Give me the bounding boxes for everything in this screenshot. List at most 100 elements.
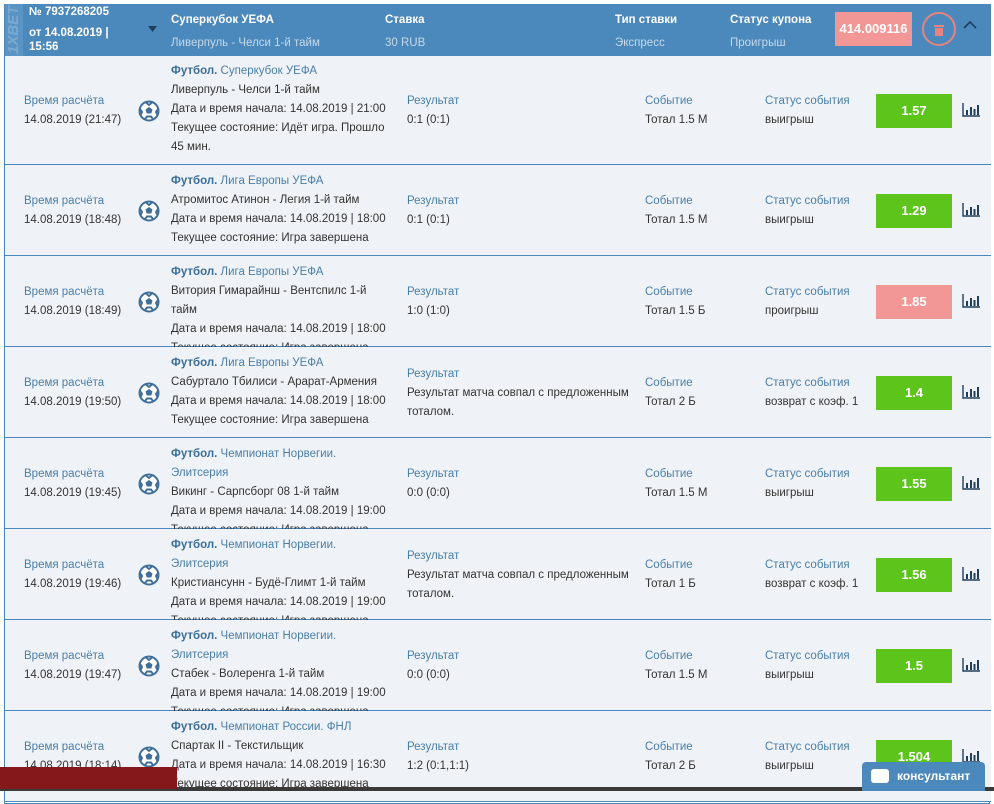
chat-icon (871, 769, 889, 783)
match-name: Викинг - Сарпсборг 08 1-й тайм (171, 486, 339, 498)
statistics-icon[interactable] (962, 566, 980, 581)
bet-type-value: Экспресс (615, 37, 665, 49)
consultant-label: консультант (897, 769, 971, 783)
odds-value: 1.29 (876, 193, 952, 228)
soccer-ball-icon (138, 564, 160, 585)
event: Событие Тотал 1.5 Б (645, 283, 705, 321)
result: Результат 1:2 (0:1,1:1) (407, 738, 637, 776)
odds-value: 1.57 (876, 93, 952, 128)
sport-name: Футбол. (171, 721, 218, 733)
soccer-ball-icon (138, 382, 160, 403)
start-value: 14.08.2019 | 18:00 (289, 213, 386, 225)
event-value: Тотал 2 Б (645, 395, 696, 408)
statistics-icon[interactable] (962, 102, 980, 117)
statistics-icon[interactable] (962, 475, 980, 490)
event: Событие Тотал 1.5 М (645, 647, 707, 685)
settle-value: 14.08.2019 (19:46) (24, 577, 122, 590)
match-name: Ливерпуль - Челси 1-й тайм (171, 84, 320, 96)
overlay-bar (0, 767, 177, 789)
settle-time: Время расчёта 14.08.2019 (21:47) (24, 92, 134, 130)
result-label: Результат (407, 94, 460, 107)
league-name[interactable]: Лига Европы УЕФА (221, 175, 324, 187)
coupon-date: от 14.08.2019 | 15:56 (29, 27, 109, 53)
league-name[interactable]: Суперкубок УЕФА (221, 65, 317, 77)
delete-button[interactable] (922, 12, 956, 46)
event-status: Статус события выигрыш (765, 738, 850, 776)
sport-name: Футбол. (171, 65, 218, 77)
settle-time: Время расчёта 14.08.2019 (18:48) (24, 192, 134, 230)
bet-row: Время расчёта 14.08.2019 (21:47) Футбол. … (5, 56, 991, 165)
settle-time: Время расчёта 14.08.2019 (19:47) (24, 647, 134, 685)
event-value: Тотал 1.5 Б (645, 304, 706, 317)
statistics-icon[interactable] (962, 748, 980, 763)
event-status: Статус события выигрыш (765, 192, 850, 230)
start-label: Дата и время начала: (171, 395, 290, 407)
collapse-chevron-icon[interactable] (963, 18, 977, 32)
start-value: 14.08.2019 | 16:30 (289, 759, 386, 771)
odds-value: 1.56 (876, 557, 952, 592)
settle-value: 14.08.2019 (19:47) (24, 668, 122, 681)
result-label: Результат (407, 194, 460, 207)
match-name: Сабуртало Тбилиси - Арарат-Армения (171, 376, 377, 388)
settle-time: Время расчёта 14.08.2019 (18:49) (24, 283, 134, 321)
event: Событие Тотал 1.5 М (645, 465, 707, 503)
league-name[interactable]: Лига Европы УЕФА (221, 357, 324, 369)
settle-label: Время расчёта (24, 467, 105, 480)
league-name[interactable]: Лига Европы УЕФА (221, 266, 324, 278)
event-label: Событие (645, 467, 693, 480)
settle-value: 14.08.2019 (18:49) (24, 304, 122, 317)
result-label: Результат (407, 740, 460, 753)
bet-row: Время расчёта 14.08.2019 (18:48) Футбол. … (5, 165, 991, 256)
league-name[interactable]: Чемпионат России. ФНЛ (221, 721, 352, 733)
bet-row: Время расчёта 14.08.2019 (19:50) Футбол. … (5, 347, 991, 438)
start-label: Дата и время начала: (171, 759, 290, 771)
sport-name: Футбол. (171, 539, 218, 551)
header-match: Ливерпуль - Челси 1-й тайм (171, 37, 320, 49)
event-label: Событие (645, 649, 693, 662)
start-value: 14.08.2019 | 21:00 (289, 103, 386, 115)
event-status-value: выигрыш (765, 759, 814, 772)
result-value: Результат матча совпал с предложенным то… (407, 386, 629, 418)
settle-label: Время расчёта (24, 649, 105, 662)
match-name: Витория Гимарайнш - Вентспилс 1-й тайм (171, 285, 367, 316)
event-label: Событие (645, 194, 693, 207)
event-status-value: выигрыш (765, 668, 814, 681)
coupon-number: № 7937268205 (29, 6, 109, 18)
result-label: Результат (407, 367, 460, 380)
soccer-ball-icon (138, 746, 160, 767)
event: Событие Тотал 2 Б (645, 374, 696, 412)
result: Результат Результат матча совпал с предло… (407, 547, 637, 604)
dropdown-icon[interactable] (148, 26, 157, 32)
statistics-icon[interactable] (962, 384, 980, 399)
start-label: Дата и время начала: (171, 505, 290, 517)
sport-name: Футбол. (171, 175, 218, 187)
settle-label: Время расчёта (24, 376, 105, 389)
coupon-header[interactable]: 1XBET № 7937268205 от 14.08.2019 | 15:56… (5, 4, 991, 56)
settle-value: 14.08.2019 (19:45) (24, 486, 122, 499)
match-name: Стабек - Волеренга 1-й тайм (171, 668, 325, 680)
event-status-label: Статус события (765, 94, 850, 107)
result-value: Результат матча совпал с предложенным то… (407, 568, 629, 600)
statistics-icon[interactable] (962, 202, 980, 217)
event-details: Футбол. Чемпионат Норвегии. Элитсерия Кр… (171, 536, 386, 631)
soccer-ball-icon (138, 100, 160, 121)
start-label: Дата и время начала: (171, 596, 290, 608)
event-value: Тотал 1 Б (645, 577, 696, 590)
event-status: Статус события возврат с коэф. 1 (765, 556, 858, 594)
stake-label: Ставка (385, 14, 425, 26)
match-name: Атромитос Атинон - Легия 1-й тайм (171, 194, 360, 206)
result: Результат 0:1 (0:1) (407, 92, 637, 130)
odds-value: 1.55 (876, 466, 952, 501)
event-status-value: выигрыш (765, 486, 814, 499)
statistics-icon[interactable] (962, 293, 980, 308)
event-status-label: Статус события (765, 558, 850, 571)
statistics-icon[interactable] (962, 657, 980, 672)
result-label: Результат (407, 649, 460, 662)
result: Результат 0:0 (0:0) (407, 465, 637, 503)
consultant-button[interactable]: консультант (862, 762, 985, 791)
start-label: Дата и время начала: (171, 103, 290, 115)
bet-type-label: Тип ставки (615, 14, 678, 26)
soccer-ball-icon (138, 473, 160, 494)
event-details: Футбол. Суперкубок УЕФА Ливерпуль - Челс… (171, 62, 386, 157)
settle-label: Время расчёта (24, 558, 105, 571)
